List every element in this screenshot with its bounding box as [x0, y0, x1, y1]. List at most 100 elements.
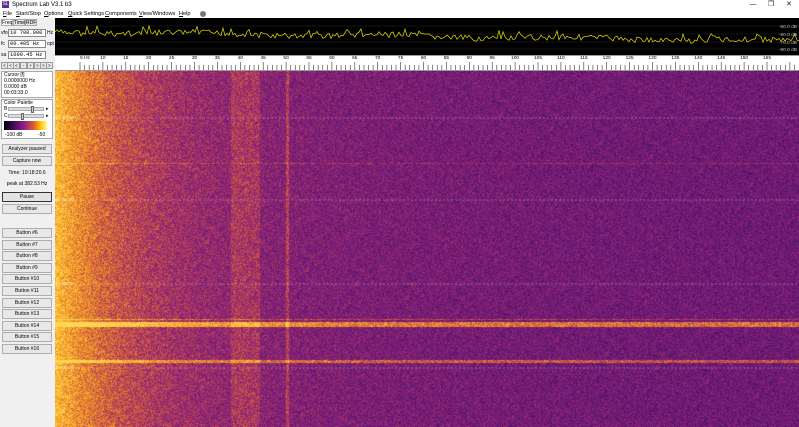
contrast-slider[interactable]	[8, 113, 44, 120]
capture-now-button[interactable]: Capture now	[2, 156, 52, 166]
scale-label: 105	[533, 56, 543, 61]
scroll-right-fast-button[interactable]: >	[46, 62, 53, 69]
scale-label: 15	[123, 56, 129, 61]
user-button[interactable]: Button #15	[2, 332, 52, 343]
continue-button[interactable]: Continue	[2, 204, 52, 214]
menu-help[interactable]: Help	[179, 10, 191, 18]
fc-option[interactable]: opt	[47, 40, 54, 48]
scale-label: 150	[740, 56, 749, 61]
close-button[interactable]: ✕	[780, 0, 798, 10]
waterfall-display[interactable]: 01:52:00 01:56:00 01:58:00 02:00:00	[55, 71, 799, 427]
scale-ticks	[79, 62, 795, 70]
waterfall-time-mark: 02:00:00	[56, 365, 74, 370]
scale-label: 55	[306, 56, 312, 61]
palette-min-label: -100 dB	[5, 132, 23, 138]
scale-label: 130	[648, 56, 657, 61]
peak-readout: peak at 382.53 Hz	[6, 181, 48, 187]
menu-start-stop[interactable]: Start/Stop	[16, 10, 41, 18]
pause-button[interactable]: Pause	[2, 192, 52, 202]
scale-label: 120	[602, 56, 611, 61]
fc-label: fc	[1, 41, 5, 47]
analyzer-status-button[interactable]: Analyzer paused	[2, 144, 52, 154]
scale-label: 85	[443, 56, 450, 61]
scale-label: 60	[329, 56, 335, 61]
user-button[interactable]: Button #16	[2, 344, 52, 354]
user-button[interactable]: Button #14	[2, 320, 52, 331]
menu-bar: File Start/Stop Options Quick Settings C…	[0, 10, 799, 18]
scale-label: 90	[466, 56, 472, 61]
tab-rdf[interactable]: RDF	[25, 19, 37, 26]
chevron-right-icon[interactable]: ▸	[46, 107, 49, 112]
brightness-slider[interactable]	[8, 106, 44, 113]
user-button[interactable]: Button #6	[2, 228, 52, 238]
scale-label: 35	[214, 56, 221, 61]
scale-label: 100	[511, 56, 520, 61]
chevron-right-icon[interactable]: ▸	[46, 114, 49, 119]
color-palette-panel: Color Palette B ▸ C ▸ -100 dB -50	[1, 99, 53, 139]
waterfall-time-mark: 01:58:00	[56, 281, 74, 286]
scale-label: 30	[191, 56, 198, 61]
scale-label: 5 Hz	[80, 56, 90, 61]
user-button[interactable]: Button #7	[2, 239, 52, 250]
user-button[interactable]: Button #12	[2, 297, 52, 308]
vfo-input[interactable]: 10 700.000	[8, 29, 46, 37]
scale-label: 25	[168, 56, 175, 61]
palette-title: Color Palette	[4, 100, 33, 106]
minimize-button[interactable]: —	[744, 0, 762, 10]
sa-label: sa	[1, 52, 7, 58]
app-icon: SL	[2, 1, 9, 8]
maximize-button[interactable]: ❐	[762, 0, 780, 10]
user-button[interactable]: Button #8	[2, 251, 52, 262]
cursor-time: 00:03:33.0	[4, 90, 28, 96]
user-button[interactable]: Button #10	[2, 274, 52, 285]
cursor-readout: Cursor [f] 0.0000000 Hz 0.0000 dB 00:03:…	[1, 71, 53, 98]
scale-label: 45	[260, 56, 266, 61]
window-title: Spectrum Lab V3.1 b3	[12, 2, 72, 8]
contrast-slider-thumb[interactable]	[21, 113, 24, 120]
zoom-in-button[interactable]: +	[27, 62, 34, 69]
palette-gradient[interactable]	[4, 121, 47, 130]
menu-file[interactable]: File	[3, 10, 12, 18]
user-button[interactable]: Button #13	[2, 309, 52, 320]
scale-label: 155	[762, 56, 772, 61]
title-bar: SL Spectrum Lab V3.1 b3 — ❐ ✕	[0, 0, 799, 10]
scale-label: 140	[694, 56, 703, 61]
zoom-scroll-buttons: < < < - + > > >	[1, 62, 53, 69]
menu-quick-settings[interactable]: Quick Settings	[68, 10, 104, 18]
sa-input[interactable]: 1000.45 Hz	[8, 51, 46, 59]
db-label: -80.0 dB	[778, 48, 797, 53]
scale-label: 70	[375, 56, 381, 61]
scale-label: 135	[671, 56, 680, 61]
menu-options[interactable]: Options	[44, 10, 63, 18]
spectrum-graph[interactable]: -50.0 dB -60.0 dB -70.0 dB -80.0 dB	[55, 18, 799, 55]
control-panel: Freq Time RDF vfo 10 700.000 Hz fc 00.40…	[0, 18, 54, 427]
scroll-left-button[interactable]: <	[13, 62, 20, 69]
menu-components[interactable]: Components	[105, 10, 137, 18]
sa-row: sa 1000.45 Hz	[1, 51, 54, 59]
scale-label: 125	[625, 56, 634, 61]
scale-label: 145	[717, 56, 726, 61]
scale-label: 110	[557, 56, 565, 61]
scale-label: 10	[100, 56, 106, 61]
tab-freq[interactable]: Freq	[1, 19, 13, 26]
scale-label: 20	[146, 56, 152, 61]
menu-view-windows[interactable]: View/Windows	[139, 10, 175, 18]
scale-label: 65	[352, 56, 358, 61]
tab-time[interactable]: Time	[13, 19, 25, 26]
scale-label: 75	[397, 56, 404, 61]
fc-input[interactable]: 00.405 Hz	[8, 40, 46, 48]
scale-label: 50	[283, 56, 289, 61]
spectrum-line	[55, 24, 799, 44]
frequency-scale[interactable]: 5 Hz 10 15 20 25 30 35 40 45 50 55 60 65 70 75 80 85 90 95…	[55, 55, 799, 71]
db-label: -60.0 dB	[778, 33, 797, 38]
user-button[interactable]: Button #9	[2, 262, 52, 273]
user-button[interactable]: Button #11	[2, 286, 52, 296]
scale-label: 80	[420, 56, 427, 61]
zoom-out-button[interactable]: -	[20, 62, 27, 69]
db-label: -70.0 dB	[778, 41, 797, 46]
scale-label: 40	[237, 56, 243, 61]
brightness-slider-thumb[interactable]	[31, 106, 34, 113]
db-label: -50.0 dB	[778, 25, 797, 30]
spectrum-trace	[55, 24, 799, 50]
scale-label: 95	[489, 56, 495, 61]
